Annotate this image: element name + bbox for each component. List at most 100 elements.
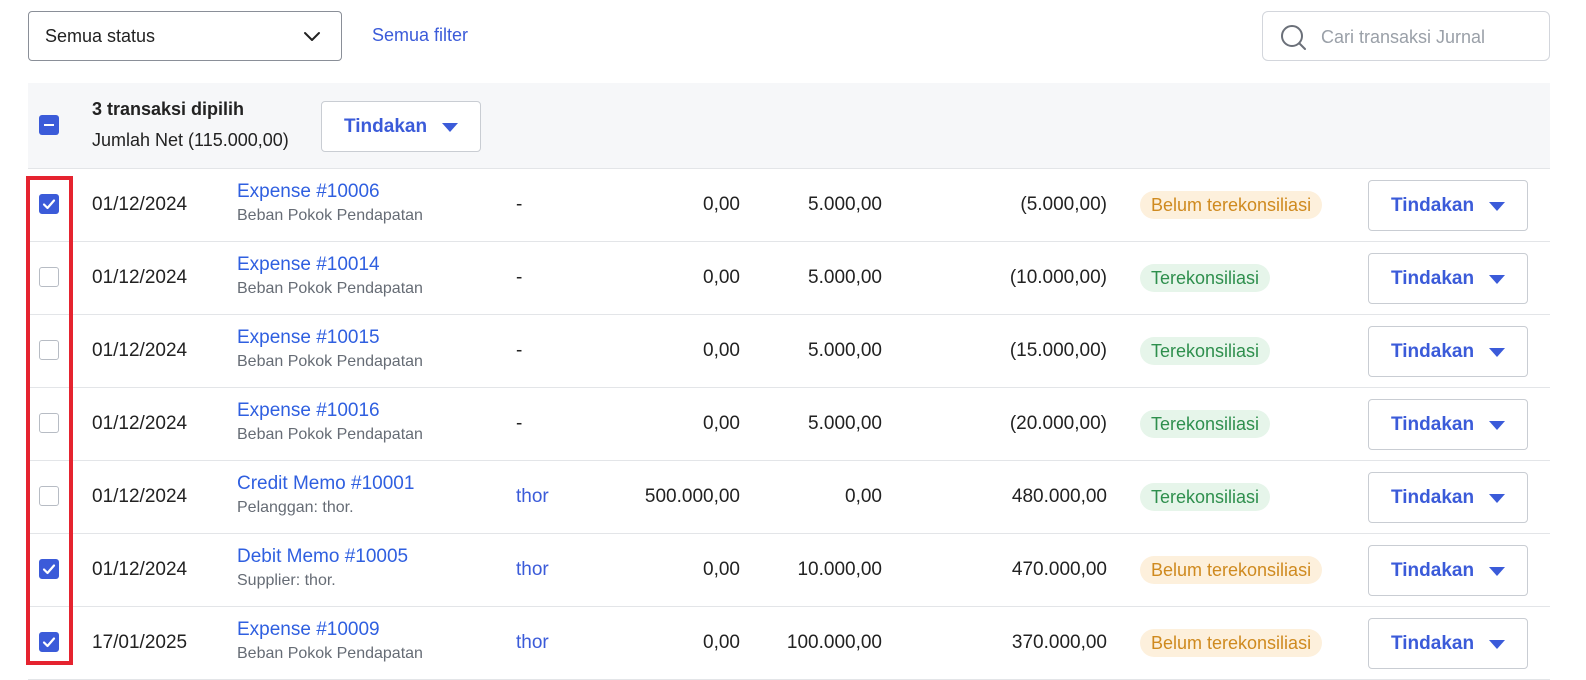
bulk-action-label: Tindakan <box>344 115 428 137</box>
transaction-link[interactable]: Expense #10009 <box>237 619 380 641</box>
caret-down-icon <box>1489 275 1505 284</box>
row-debit: 0,00 <box>703 559 740 580</box>
status-filter-value: Semua status <box>45 25 156 46</box>
row-checkbox[interactable] <box>39 486 59 506</box>
row-date: 01/12/2024 <box>92 340 188 361</box>
row-balance: (5.000,00) <box>1020 194 1107 215</box>
row-action-button[interactable]: Tindakan <box>1368 545 1528 596</box>
row-date: 01/12/2024 <box>92 559 188 580</box>
row-debit: 0,00 <box>703 194 740 215</box>
row-balance: 480.000,00 <box>1011 486 1107 507</box>
row-checkbox[interactable] <box>39 559 59 579</box>
table-row: 01/12/2024 Expense #10016 Beban Pokok Pend… <box>28 388 1550 461</box>
caret-down-icon <box>442 123 458 132</box>
row-balance: 370.000,00 <box>1011 632 1107 653</box>
transaction-account: Pelanggan: thor. <box>237 499 354 516</box>
row-credit: 0,00 <box>845 486 882 507</box>
row-action-button[interactable]: Tindakan <box>1368 326 1528 377</box>
row-date: 01/12/2024 <box>92 267 188 288</box>
table-row: 01/12/2024 Expense #10014 Beban Pokok Pend… <box>28 242 1550 315</box>
status-badge: Belum terekonsiliasi <box>1140 556 1323 584</box>
transaction-link[interactable]: Expense #10015 <box>237 327 380 349</box>
status-badge: Terekonsiliasi <box>1140 264 1271 292</box>
select-all-checkbox[interactable] <box>39 115 59 135</box>
row-balance: (15.000,00) <box>1009 340 1107 361</box>
search-icon <box>1281 25 1306 50</box>
caret-down-icon <box>1489 202 1505 211</box>
row-balance: 470.000,00 <box>1011 559 1107 580</box>
transaction-account: Beban Pokok Pendapatan <box>237 280 423 297</box>
row-action-label: Tindakan <box>1391 560 1475 581</box>
row-date: 01/12/2024 <box>92 486 188 507</box>
transaction-link[interactable]: Debit Memo #10005 <box>237 546 408 568</box>
status-badge: Terekonsiliasi <box>1140 483 1271 511</box>
row-debit: 0,00 <box>703 413 740 434</box>
caret-down-icon <box>1489 567 1505 576</box>
row-contact: - <box>516 194 523 215</box>
row-action-button[interactable]: Tindakan <box>1368 399 1528 450</box>
chevron-down-icon <box>304 32 320 41</box>
row-checkbox[interactable] <box>39 413 59 433</box>
row-checkbox[interactable] <box>39 267 59 287</box>
row-action-button[interactable]: Tindakan <box>1368 618 1528 669</box>
row-date: 01/12/2024 <box>92 413 188 434</box>
status-badge: Belum terekonsiliasi <box>1140 629 1323 657</box>
row-action-button[interactable]: Tindakan <box>1368 180 1528 231</box>
transaction-account: Supplier: thor. <box>237 572 336 589</box>
selection-net-amount: Jumlah Net (115.000,00) <box>92 130 289 150</box>
row-action-label: Tindakan <box>1391 487 1475 508</box>
row-action-label: Tindakan <box>1391 341 1475 362</box>
row-action-button[interactable]: Tindakan <box>1368 253 1528 304</box>
row-action-label: Tindakan <box>1391 414 1475 435</box>
search-input[interactable] <box>1321 24 1543 50</box>
transaction-account: Beban Pokok Pendapatan <box>237 353 423 370</box>
table-row: 01/12/2024 Expense #10006 Beban Pokok Pend… <box>28 169 1550 242</box>
check-icon <box>42 637 56 648</box>
row-checkbox[interactable] <box>39 340 59 360</box>
transaction-account: Beban Pokok Pendapatan <box>237 426 423 443</box>
caret-down-icon <box>1489 421 1505 430</box>
row-checkbox[interactable] <box>39 632 59 652</box>
row-contact[interactable]: thor <box>516 559 549 581</box>
caret-down-icon <box>1489 348 1505 357</box>
transaction-link[interactable]: Expense #10016 <box>237 400 380 422</box>
row-credit: 5.000,00 <box>808 267 882 288</box>
search-box[interactable] <box>1262 11 1550 61</box>
status-badge: Belum terekonsiliasi <box>1140 191 1323 219</box>
check-icon <box>42 564 56 575</box>
transaction-account: Beban Pokok Pendapatan <box>237 207 423 224</box>
row-contact[interactable]: thor <box>516 486 549 508</box>
selection-bar <box>28 83 1550 169</box>
row-balance: (20.000,00) <box>1009 413 1107 434</box>
status-badge: Terekonsiliasi <box>1140 337 1271 365</box>
row-contact: - <box>516 340 523 361</box>
row-action-button[interactable]: Tindakan <box>1368 472 1528 523</box>
table-row: 01/12/2024 Credit Memo #10001 Pelanggan: t… <box>28 461 1550 534</box>
row-debit: 500.000,00 <box>644 486 740 507</box>
all-filters-link[interactable]: Semua filter <box>372 25 468 46</box>
bulk-action-button[interactable]: Tindakan <box>321 101 481 152</box>
row-debit: 0,00 <box>703 340 740 361</box>
row-action-label: Tindakan <box>1391 195 1475 216</box>
row-checkbox[interactable] <box>39 194 59 214</box>
caret-down-icon <box>1489 494 1505 503</box>
transaction-link[interactable]: Expense #10014 <box>237 254 380 276</box>
status-filter-select[interactable]: Semua status <box>28 11 342 61</box>
row-credit: 100.000,00 <box>786 632 882 653</box>
caret-down-icon <box>1489 640 1505 649</box>
transaction-account: Beban Pokok Pendapatan <box>237 645 423 662</box>
row-credit: 10.000,00 <box>797 559 882 580</box>
transaction-link[interactable]: Expense #10006 <box>237 181 380 203</box>
row-debit: 0,00 <box>703 267 740 288</box>
row-credit: 5.000,00 <box>808 194 882 215</box>
status-badge: Terekonsiliasi <box>1140 410 1271 438</box>
row-contact[interactable]: thor <box>516 632 549 654</box>
row-credit: 5.000,00 <box>808 340 882 361</box>
check-icon <box>42 199 56 210</box>
row-credit: 5.000,00 <box>808 413 882 434</box>
row-action-label: Tindakan <box>1391 633 1475 654</box>
transaction-link[interactable]: Credit Memo #10001 <box>237 473 414 495</box>
selection-count: 3 transaksi dipilih <box>92 99 245 119</box>
row-contact: - <box>516 267 523 288</box>
table-row: 01/12/2024 Debit Memo #10005 Supplier: tho… <box>28 534 1550 607</box>
